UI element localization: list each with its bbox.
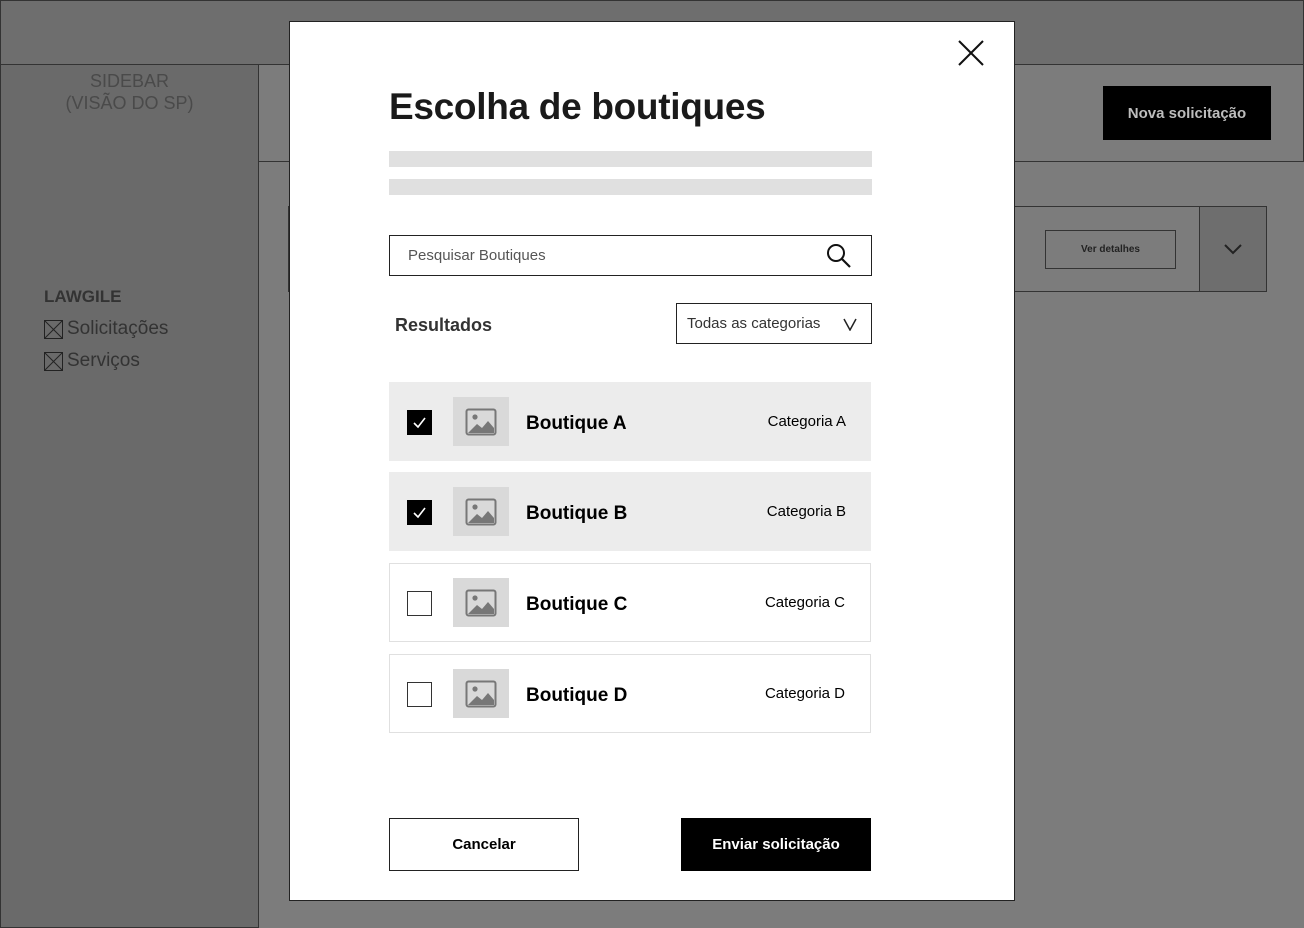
image-placeholder-icon [465,589,497,616]
close-icon [958,40,984,66]
sidebar-item-label: Serviços [67,350,140,371]
text-placeholder-line [389,151,872,167]
search-icon[interactable] [825,242,853,270]
text-placeholder-line [389,179,872,195]
image-placeholder-icon [465,680,497,707]
details-button[interactable]: Ver detalhes [1045,230,1176,269]
boutique-thumbnail [453,487,509,536]
boutique-name: Boutique C [526,594,628,615]
placeholder-box-icon [44,351,63,371]
category-filter-select[interactable]: Todas as categorias [676,303,872,344]
close-button[interactable] [956,38,986,68]
boutique-thumbnail [453,578,509,627]
boutique-checkbox[interactable] [407,682,432,707]
boutique-row-c[interactable]: Boutique C Categoria C [389,563,871,642]
boutique-row-a[interactable]: Boutique A Categoria A [389,382,871,461]
search-input[interactable] [390,236,825,275]
boutique-name: Boutique B [526,503,628,524]
sidebar-item-servicos[interactable]: Serviços [44,350,140,372]
submit-request-button[interactable]: Enviar solicitação [681,818,871,871]
results-label: Resultados [395,315,493,335]
checkmark-icon [413,507,426,519]
sidebar-caption: SIDEBAR (VISÃO DO SP) [65,71,194,113]
boutique-row-b[interactable]: Boutique B Categoria B [389,472,871,551]
modal-title: Escolha de boutiques [389,86,766,127]
boutique-checkbox[interactable] [407,591,432,616]
boutique-thumbnail [453,397,509,446]
expand-button[interactable] [1199,207,1266,291]
image-placeholder-icon [465,498,497,525]
boutique-category: Categoria D [764,685,845,702]
sidebar [0,64,259,928]
boutique-name: Boutique D [526,685,628,706]
boutique-row-d[interactable]: Boutique D Categoria D [389,654,871,733]
boutique-checkbox[interactable] [407,500,432,525]
boutique-name: Boutique A [526,413,627,434]
boutique-category: Categoria C [764,594,845,611]
brand-label: LAWGILE [44,287,122,306]
cancel-button[interactable]: Cancelar [389,818,579,871]
sidebar-item-label: Solicitações [67,318,169,339]
placeholder-box-icon [44,319,63,339]
sidebar-item-solicitacoes[interactable]: Solicitações [44,318,168,340]
chevron-down-icon [843,318,857,331]
boutique-thumbnail [453,669,509,718]
boutique-checkbox[interactable] [407,410,432,435]
boutique-category: Categoria B [766,503,846,520]
category-filter-value: Todas as categorias [687,315,821,332]
boutique-category: Categoria A [767,413,846,430]
new-request-button[interactable]: Nova solicitação [1103,86,1271,140]
chevron-down-icon [1224,244,1242,255]
search-box [389,235,872,276]
checkmark-icon [413,417,426,429]
image-placeholder-icon [465,408,497,435]
